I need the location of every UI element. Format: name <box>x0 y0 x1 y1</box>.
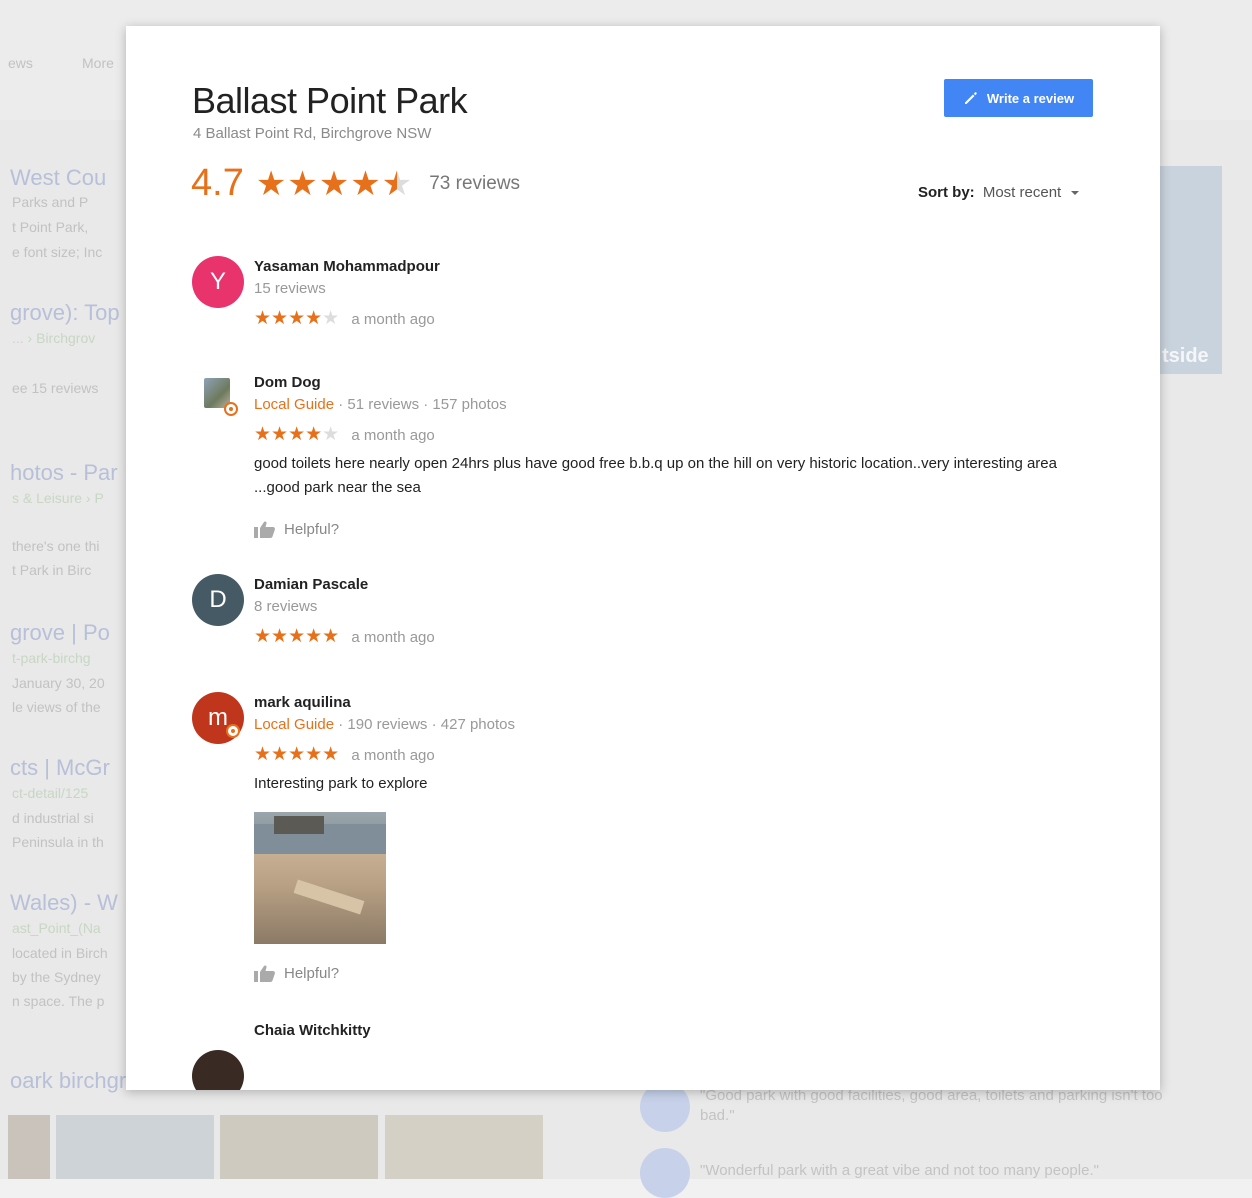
sort-by-control[interactable]: Sort by: Most recent <box>918 184 1080 201</box>
rating-full-stars: ★★★★ <box>255 164 382 203</box>
helpful-label: Helpful? <box>284 520 340 538</box>
bg-result-line: t Park in Birc <box>12 562 92 578</box>
rating-value: 4.7 <box>191 162 244 204</box>
local-guide-badge-icon <box>224 402 238 416</box>
sort-by-label: Sort by: <box>918 184 975 201</box>
review-stars: ★★★★★ <box>254 744 339 765</box>
bg-result-line: e font size; Inc <box>12 244 103 260</box>
half-star-icon: ★ <box>382 164 413 204</box>
bg-result-line: ct-detail/125 <box>12 785 89 801</box>
review-stars: ★★★★★ <box>254 308 339 329</box>
bg-place-photo <box>1160 166 1222 374</box>
overall-rating: 4.7 ★★★★★ 73 reviews <box>191 162 520 205</box>
bg-result-line: there's one thi <box>12 538 100 554</box>
bg-result-title: grove): Top <box>10 300 120 325</box>
avatar[interactable] <box>192 372 244 424</box>
photo-slab <box>293 879 365 915</box>
bg-result-line: located in Birch <box>12 945 108 961</box>
review-time: a month ago <box>351 747 435 764</box>
bg-result-title: oark birchgr <box>10 1068 127 1093</box>
stars-empty: ★ <box>322 424 340 445</box>
bg-result-title: Wales) - W <box>10 890 118 915</box>
bg-result-title: hotos - Par <box>10 460 118 485</box>
photo-boat <box>274 816 324 834</box>
review-time: a month ago <box>351 629 435 646</box>
helpful-button[interactable]: Helpful? <box>254 520 1084 538</box>
reviewer-name[interactable]: Dom Dog <box>254 372 1084 394</box>
avatar[interactable]: Y <box>192 256 244 308</box>
reviewer-meta: 15 reviews <box>254 280 326 297</box>
bg-photo-label: tside <box>1162 345 1209 367</box>
reviewer-meta: Local Guide · 190 reviews · 427 photos <box>254 714 1084 736</box>
bg-result-title: grove | Po <box>10 620 110 645</box>
avatar[interactable]: D <box>192 574 244 626</box>
local-guide-label[interactable]: Local Guide <box>254 716 334 733</box>
bg-image-thumb <box>385 1115 543 1179</box>
reviewer-name[interactable]: Chaia Witchkitty <box>254 1020 1084 1042</box>
bg-nav-more: More <box>82 55 114 71</box>
reviewer-counts: · 51 reviews · 157 photos <box>334 396 507 413</box>
bg-result-title: cts | McGr <box>10 755 110 780</box>
review-count: 73 reviews <box>429 172 521 194</box>
place-address: 4 Ballast Point Rd, Birchgrove NSW <box>193 125 432 142</box>
bg-review-quote: "Wonderful park with a great vibe and no… <box>700 1162 1099 1179</box>
pencil-icon <box>964 92 977 104</box>
bg-image-thumb <box>8 1115 50 1179</box>
bg-result-line: ee 15 reviews <box>12 380 99 396</box>
bg-review-quote: "Good park with good facilities, good ar… <box>700 1087 1163 1124</box>
place-title: Ballast Point Park <box>192 80 468 121</box>
bg-result-line: le views of the <box>12 699 101 715</box>
stars-filled: ★★★★★ <box>254 744 340 765</box>
review-photo[interactable] <box>254 812 386 944</box>
reviewer-name[interactable]: Damian Pascale <box>254 574 1084 596</box>
bg-result-line: ... › Birchgrov <box>12 330 96 346</box>
local-guide-badge-icon <box>226 724 240 738</box>
reviewer-meta: Local Guide · 51 reviews · 157 photos <box>254 394 1084 416</box>
thumbs-up-icon <box>254 965 275 982</box>
review-time: a month ago <box>351 427 435 444</box>
stars-empty: ★ <box>322 308 340 329</box>
bg-image-thumb <box>220 1115 378 1179</box>
review-stars: ★★★★★ <box>254 424 339 445</box>
reviewer-name[interactable]: mark aquilina <box>254 692 1084 714</box>
bg-result-line: ast_Point_(Na <box>12 920 101 936</box>
bg-result-line: Peninsula in th <box>12 834 104 850</box>
reviewer-counts: · 190 reviews · 427 photos <box>334 716 515 733</box>
bg-result-line: d industrial si <box>12 810 94 826</box>
bg-review-avatar <box>640 1148 690 1198</box>
bg-result-line: January 30, 20 <box>12 675 105 691</box>
bg-result-title: West Cou <box>10 165 107 190</box>
bg-image-thumb <box>56 1115 214 1179</box>
bg-result-line: t-park-birchg <box>12 650 91 666</box>
stars-filled: ★★★★ <box>254 424 323 445</box>
bg-result-line: s & Leisure › P <box>12 490 104 506</box>
stars-filled: ★★★★ <box>254 308 323 329</box>
caret-down-icon[interactable] <box>1071 191 1080 196</box>
stars-filled: ★★★★★ <box>254 626 340 647</box>
rating-stars: ★★★★★ <box>256 164 413 204</box>
thumbs-up-icon <box>254 521 275 538</box>
bg-result-line: by the Sydney <box>12 969 101 985</box>
sort-by-value[interactable]: Most recent <box>983 184 1061 201</box>
review-time: a month ago <box>351 311 435 328</box>
bg-result-line: Parks and P <box>12 194 89 210</box>
helpful-button[interactable]: Helpful? <box>254 964 1084 982</box>
bg-result-line: t Point Park, <box>12 219 89 235</box>
review-text: Interesting park to explore <box>254 775 428 792</box>
reviewer-meta: 8 reviews <box>254 598 318 615</box>
avatar[interactable]: m <box>192 692 244 744</box>
write-review-button[interactable]: Write a review <box>944 79 1093 117</box>
avatar[interactable] <box>192 1050 244 1090</box>
review-text: good toilets here nearly open 24hrs plus… <box>254 455 1057 496</box>
bg-result-line: n space. The p <box>12 993 105 1009</box>
reviews-dialog: Ballast Point Park 4 Ballast Point Rd, B… <box>126 26 1160 1090</box>
helpful-label: Helpful? <box>284 964 340 982</box>
local-guide-label[interactable]: Local Guide <box>254 396 334 413</box>
write-review-label: Write a review <box>986 90 1075 106</box>
avatar-initial: m <box>208 704 228 731</box>
review-stars: ★★★★★ <box>254 626 339 647</box>
bg-nav-news: ews <box>8 55 33 71</box>
reviewer-name[interactable]: Yasaman Mohammadpour <box>254 256 1084 278</box>
